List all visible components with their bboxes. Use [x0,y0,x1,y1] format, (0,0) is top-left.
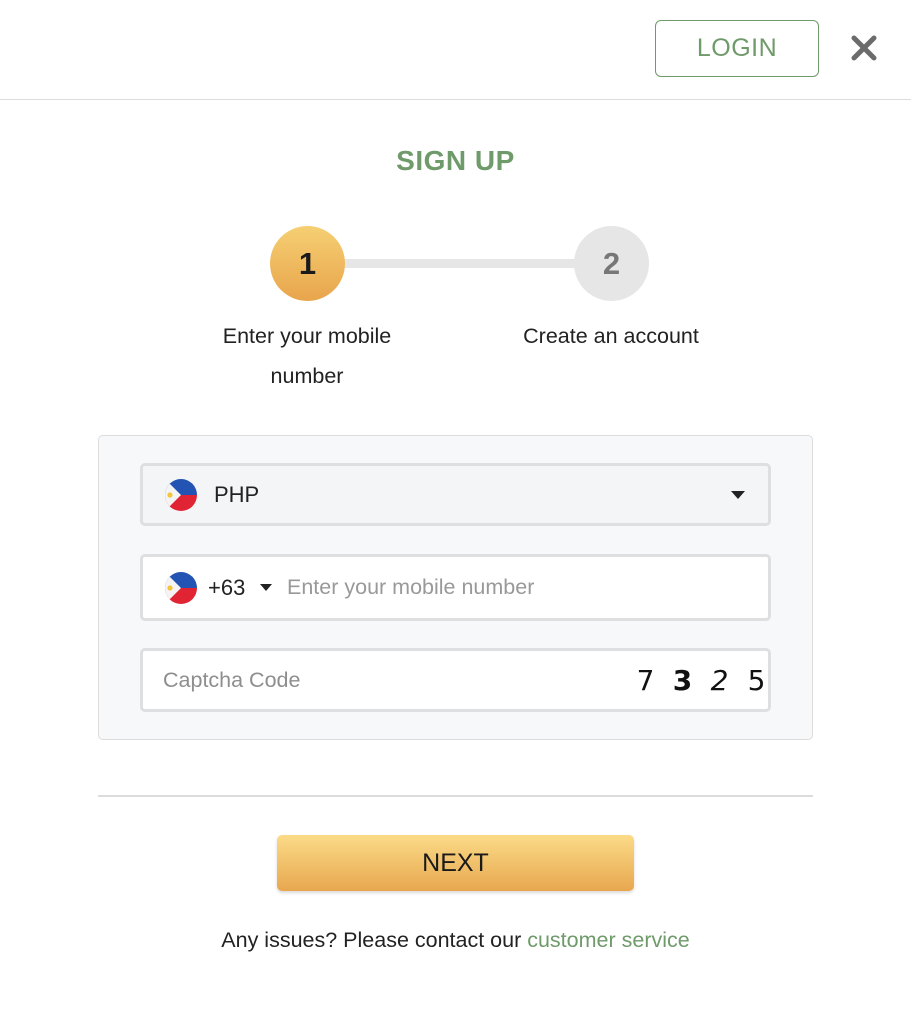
captcha-field: 7 3 2 5 [140,648,771,712]
next-button[interactable]: NEXT [277,835,634,891]
close-icon[interactable] [846,30,882,66]
help-message: Any issues? Please contact our [221,928,528,952]
login-button[interactable]: LOGIN [655,20,819,77]
step-2-indicator: 2 [574,226,649,301]
captcha-digit: 3 [672,663,693,697]
philippines-flag-icon [165,571,197,604]
page-title: SIGN UP [396,145,515,176]
step-1-label: Enter your mobile number [222,324,392,388]
country-code-select[interactable]: +63 [208,575,245,601]
captcha-digit: 5 [747,663,766,697]
caret-down-icon[interactable] [260,584,272,591]
currency-value: PHP [214,481,260,507]
mobile-number-field: +63 [140,554,771,621]
step-2-label: Create an account [523,324,699,348]
captcha-digit: 2 [710,663,729,697]
captcha-digit: 7 [636,663,655,697]
mobile-number-input[interactable] [287,567,757,608]
step-progress-line [335,259,585,268]
customer-service-link[interactable]: customer service [527,928,690,952]
philippines-flag-icon [165,478,197,511]
step-1-indicator: 1 [270,226,345,301]
captcha-image[interactable]: 7 3 2 5 [627,664,775,697]
help-text: Any issues? Please contact our customer … [0,928,911,953]
captcha-input[interactable] [163,660,563,700]
caret-down-icon [731,490,745,499]
top-bar: LOGIN [0,0,911,100]
divider [98,795,813,797]
currency-select[interactable]: PHP [140,463,771,526]
